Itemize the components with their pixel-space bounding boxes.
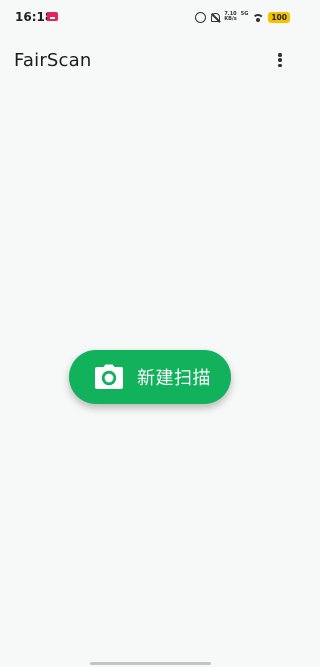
network-speed: 7.10 KB/s: [224, 12, 237, 22]
camera-icon: [95, 364, 123, 389]
mute-icon: [210, 12, 221, 22]
more-vert-icon[interactable]: [274, 52, 286, 68]
app-bar: FairScan: [0, 40, 300, 80]
network-speed-unit: KB/s: [224, 16, 237, 22]
status-icons: 7.10 KB/s 5G 100: [195, 10, 290, 24]
app-title: FairScan: [14, 50, 92, 71]
menu-dot: [278, 53, 282, 57]
new-scan-button[interactable]: 新建扫描: [69, 350, 231, 404]
new-scan-label: 新建扫描: [137, 368, 211, 389]
app-notification-icon: [47, 12, 58, 21]
home-indicator[interactable]: [90, 662, 211, 665]
menu-dot: [278, 63, 282, 67]
status-bar: 16:18 7.10 KB/s 5G 100: [0, 0, 300, 34]
wifi-icon: [252, 13, 264, 22]
menu-dot: [278, 58, 282, 62]
alarm-icon: [195, 11, 207, 23]
battery-indicator: 100: [268, 11, 290, 23]
signal-label: 5G: [240, 11, 249, 17]
